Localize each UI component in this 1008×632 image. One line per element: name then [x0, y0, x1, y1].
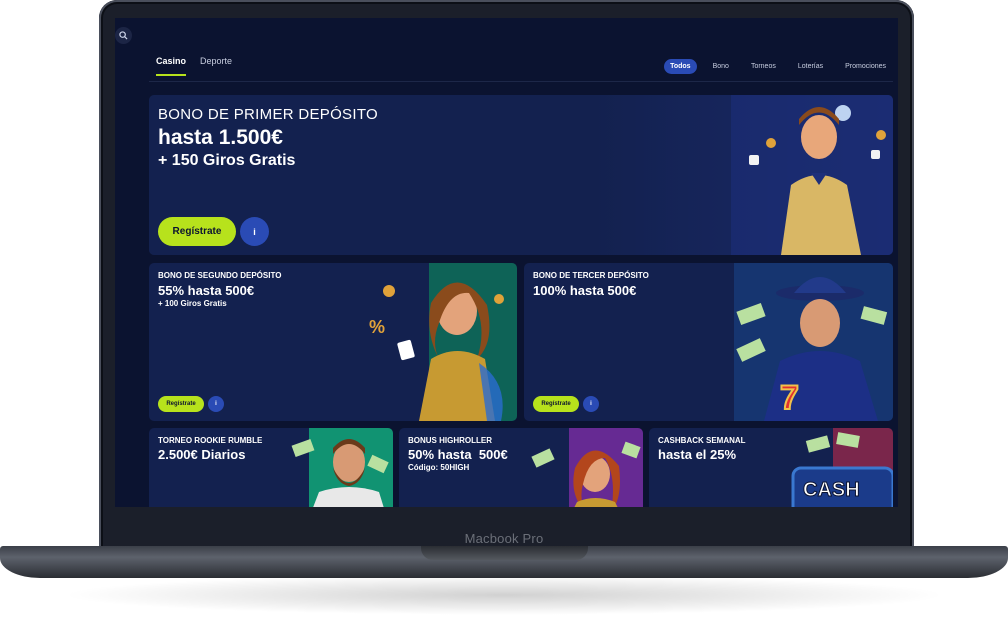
promo-kicker: BONO DE SEGUNDO DEPÓSITO [158, 271, 282, 280]
svg-text:%: % [369, 317, 385, 337]
promo-title: 50% hasta 500€ [408, 447, 508, 462]
search-icon[interactable] [115, 27, 132, 44]
promo-card-second-deposit[interactable]: BONO DE SEGUNDO DEPÓSITO 55% hasta 500€ … [149, 263, 517, 421]
screen: Casino Deporte Todos Bono Torneos Loterí… [115, 18, 898, 507]
register-button[interactable]: Regístrate [158, 396, 204, 412]
promo-kicker: BONO DE PRIMER DEPÓSITO [158, 106, 378, 123]
tabs-divider [149, 81, 893, 82]
gangster-character-illustration: 7 [734, 263, 893, 421]
promo-kicker: CASHBACK SEMANAL [658, 436, 746, 445]
laptop-notch [421, 546, 588, 560]
promo-title: hasta el 25% [658, 447, 737, 462]
filter-bono[interactable]: Bono [707, 59, 735, 74]
promo-kicker: BONO DE TERCER DEPÓSITO [533, 271, 649, 280]
tab-casino[interactable]: Casino [156, 56, 187, 76]
cashback-sign-illustration: CASH [791, 428, 893, 507]
promo-kicker: BONUS HIGHROLLER [408, 436, 492, 445]
promo-title: 100% hasta 500€ [533, 283, 637, 298]
tab-deporte[interactable]: Deporte [200, 56, 232, 76]
promo-card-rookie-rumble[interactable]: TORNEO ROOKIE RUMBLE 2.500€ Diarios [149, 428, 393, 507]
filter-todos[interactable]: Todos [664, 59, 697, 74]
promo-title: 2.500€ Diarios [158, 447, 246, 462]
filter-torneos[interactable]: Torneos [745, 59, 782, 74]
register-button[interactable]: Regístrate [533, 396, 579, 412]
info-icon[interactable]: i [208, 396, 224, 412]
filter-chips: Todos Bono Torneos Loterías Promociones [664, 59, 892, 74]
device-label: Macbook Pro [464, 531, 544, 546]
filter-promociones[interactable]: Promociones [839, 59, 892, 74]
promo-card-third-deposit[interactable]: BONO DE TERCER DEPÓSITO 100% hasta 500€ … [524, 263, 893, 421]
promo-title: 55% hasta 500€ [158, 283, 255, 298]
cash-sign-text: CASH [803, 479, 860, 501]
promo-subtitle: + 150 Giros Gratis [158, 152, 296, 169]
register-button[interactable]: Regístrate [158, 217, 236, 246]
woman-character-illustration: % [369, 263, 517, 421]
promo-card-first-deposit[interactable]: BONO DE PRIMER DEPÓSITO hasta 1.500€ + 1… [149, 95, 893, 255]
promo-card-cashback[interactable]: CASHBACK SEMANAL hasta el 25% CASH [649, 428, 893, 507]
laptop-shadow [60, 575, 948, 615]
info-icon[interactable]: i [583, 396, 599, 412]
redhead-woman-illustration [531, 428, 643, 507]
bearded-man-illustration [291, 428, 393, 507]
promo-card-highroller[interactable]: BONUS HIGHROLLER 50% hasta 500€ Código: … [399, 428, 643, 507]
info-icon[interactable]: i [240, 217, 269, 246]
filter-loterias[interactable]: Loterías [792, 59, 829, 74]
gentleman-character-illustration [731, 95, 893, 255]
svg-text:7: 7 [780, 379, 799, 417]
promo-subtitle: Código: 50HIGH [408, 463, 470, 472]
promo-title: hasta 1.500€ [158, 126, 283, 149]
promo-subtitle: + 100 Giros Gratis [158, 299, 227, 308]
main-tabs: Casino Deporte [156, 56, 232, 76]
promo-kicker: TORNEO ROOKIE RUMBLE [158, 436, 263, 445]
